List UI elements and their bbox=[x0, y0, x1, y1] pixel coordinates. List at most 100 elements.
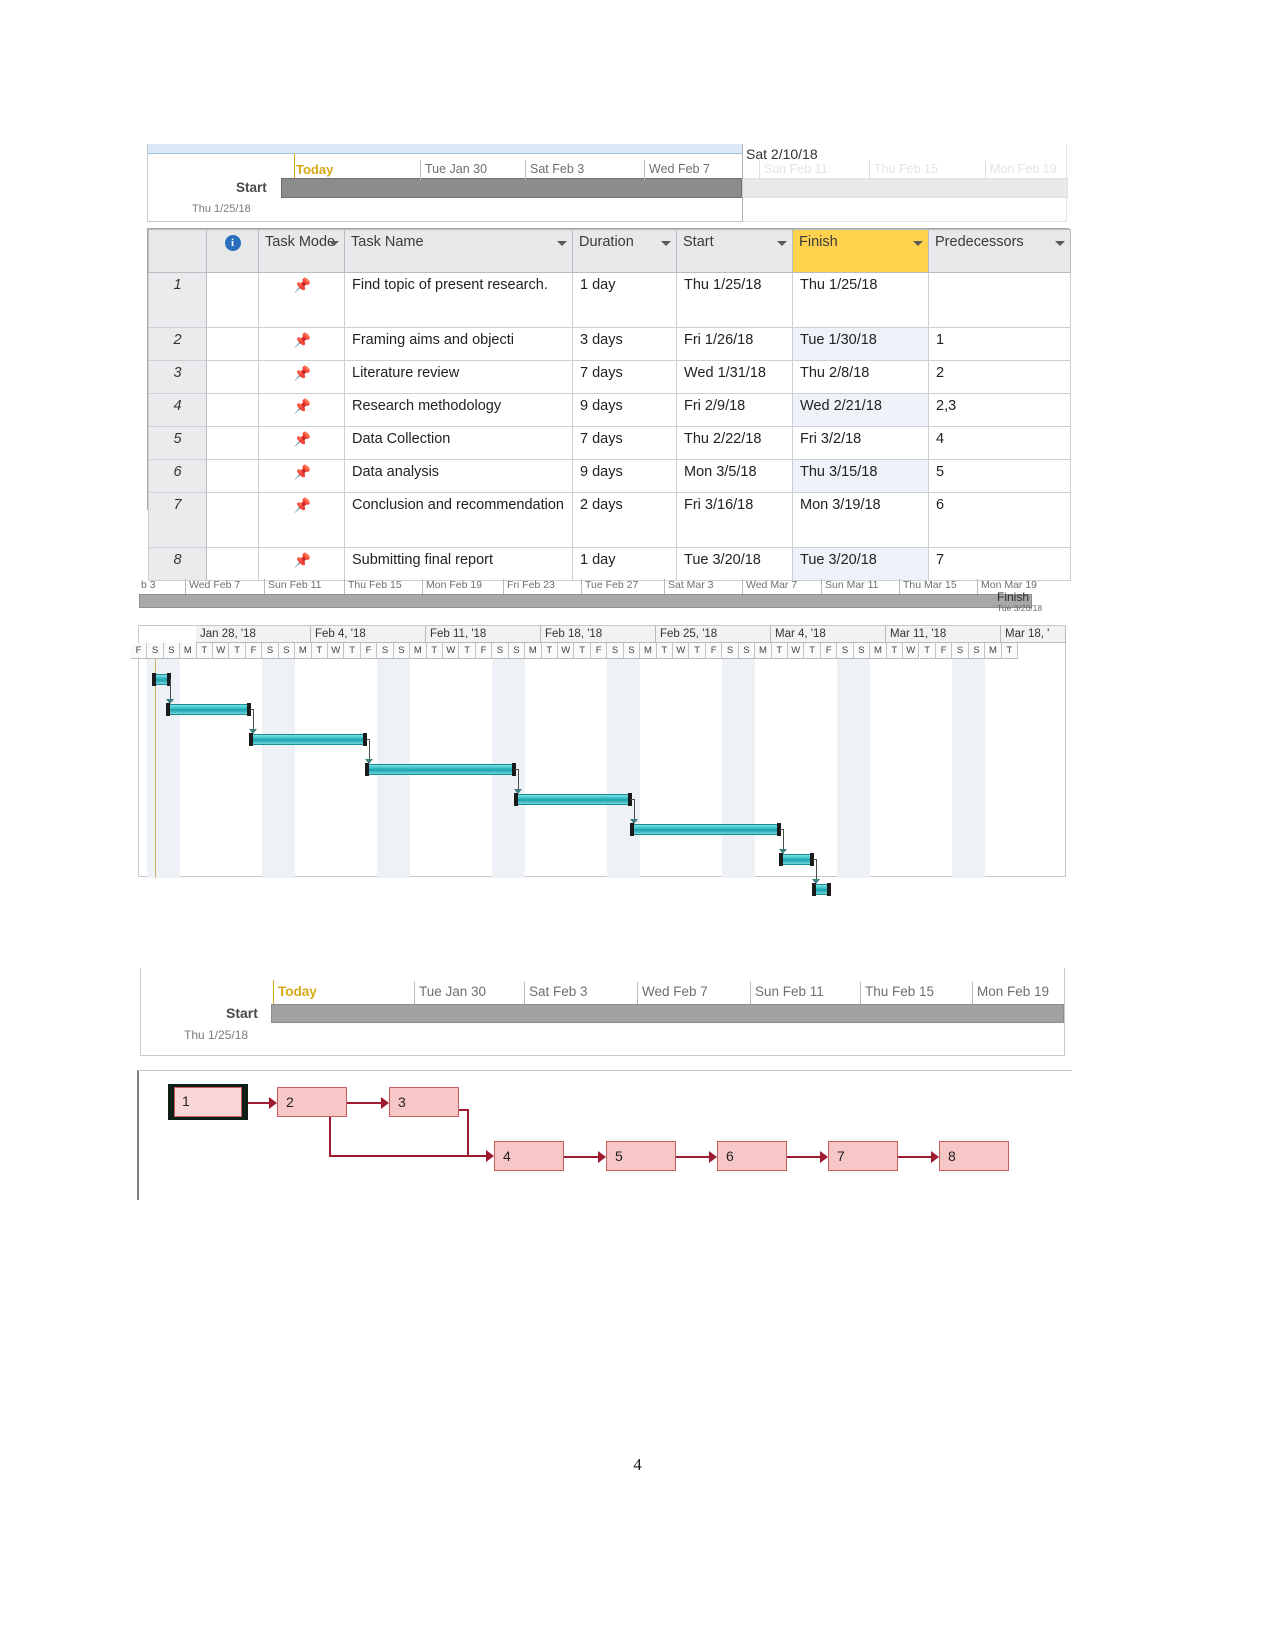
table-row[interactable]: 4 📌 Research methodology 9 days Fri 2/9/18 We… bbox=[148, 393, 1071, 427]
col-header-indicators[interactable]: i bbox=[206, 229, 259, 273]
row-task-name[interactable]: Find topic of present research. bbox=[344, 272, 573, 328]
gantt-bar[interactable] bbox=[366, 764, 515, 775]
row-predecessors[interactable]: 2 bbox=[928, 360, 1071, 394]
row-finish[interactable]: Fri 3/2/18 bbox=[792, 426, 929, 460]
task-table[interactable]: i Task Mode Task Name Duration Start Fin… bbox=[147, 228, 1071, 581]
gantt-bar[interactable] bbox=[250, 734, 366, 745]
row-finish[interactable]: Thu 3/15/18 bbox=[792, 459, 929, 493]
row-predecessors[interactable]: 5 bbox=[928, 459, 1071, 493]
row-id[interactable]: 6 bbox=[148, 459, 207, 493]
row-task-name[interactable]: Data analysis bbox=[344, 459, 573, 493]
row-duration[interactable]: 1 day bbox=[572, 272, 677, 328]
gantt-bar[interactable] bbox=[167, 704, 250, 715]
row-task-mode[interactable]: 📌 bbox=[258, 360, 345, 394]
row-id[interactable]: 2 bbox=[148, 327, 207, 361]
network-node[interactable]: 4 bbox=[494, 1141, 564, 1171]
filter-arrow-icon[interactable] bbox=[661, 241, 671, 246]
gantt-bar[interactable] bbox=[780, 854, 813, 865]
pushpin-icon[interactable]: 📌 bbox=[294, 398, 311, 414]
col-header-predecessors[interactable]: Predecessors bbox=[928, 229, 1071, 273]
network-diagram[interactable]: 1 2 3 4 5 6 7 8 bbox=[137, 1070, 1072, 1200]
row-predecessors[interactable]: 2,3 bbox=[928, 393, 1071, 427]
row-start[interactable]: Fri 2/9/18 bbox=[676, 393, 793, 427]
row-start[interactable]: Thu 1/25/18 bbox=[676, 272, 793, 328]
row-task-mode[interactable]: 📌 bbox=[258, 327, 345, 361]
table-row[interactable]: 2 📌 Framing aims and objecti 3 days Fri 1/26… bbox=[148, 327, 1071, 361]
table-row[interactable]: 1 📌 Find topic of present research. 1 day Th… bbox=[148, 272, 1071, 328]
table-row[interactable]: 7 📌 Conclusion and recommendation 2 days Fri… bbox=[148, 492, 1071, 548]
row-finish[interactable]: Tue 1/30/18 bbox=[792, 327, 929, 361]
pushpin-icon[interactable]: 📌 bbox=[294, 464, 311, 480]
network-node[interactable]: 7 bbox=[828, 1141, 898, 1171]
row-start[interactable]: Mon 3/5/18 bbox=[676, 459, 793, 493]
row-task-name[interactable]: Framing aims and objecti bbox=[344, 327, 573, 361]
pushpin-icon[interactable]: 📌 bbox=[294, 332, 311, 348]
row-task-mode[interactable]: 📌 bbox=[258, 426, 345, 460]
pushpin-icon[interactable]: 📌 bbox=[294, 431, 311, 447]
row-duration[interactable]: 7 days bbox=[572, 360, 677, 394]
col-header-task-name[interactable]: Task Name bbox=[344, 229, 573, 273]
row-finish[interactable]: Wed 2/21/18 bbox=[792, 393, 929, 427]
pushpin-icon[interactable]: 📌 bbox=[294, 277, 311, 293]
filter-arrow-icon[interactable] bbox=[777, 241, 787, 246]
row-duration[interactable]: 2 days bbox=[572, 492, 677, 548]
row-start[interactable]: Thu 2/22/18 bbox=[676, 426, 793, 460]
row-start[interactable]: Wed 1/31/18 bbox=[676, 360, 793, 394]
row-indicator[interactable] bbox=[206, 492, 259, 548]
row-indicator[interactable] bbox=[206, 272, 259, 328]
filter-arrow-icon[interactable] bbox=[557, 241, 567, 246]
col-header-finish[interactable]: Finish bbox=[792, 229, 929, 273]
row-predecessors[interactable] bbox=[928, 272, 1071, 328]
row-duration[interactable]: 3 days bbox=[572, 327, 677, 361]
row-finish[interactable]: Thu 2/8/18 bbox=[792, 360, 929, 394]
filter-arrow-icon[interactable] bbox=[329, 241, 339, 246]
row-duration[interactable]: 9 days bbox=[572, 459, 677, 493]
row-start[interactable]: Fri 1/26/18 bbox=[676, 327, 793, 361]
row-task-mode[interactable]: 📌 bbox=[258, 393, 345, 427]
table-row[interactable]: 6 📌 Data analysis 9 days Mon 3/5/18 Thu 3/15/… bbox=[148, 459, 1071, 493]
row-predecessors[interactable]: 6 bbox=[928, 492, 1071, 548]
row-indicator[interactable] bbox=[206, 459, 259, 493]
row-task-name[interactable]: Research methodology bbox=[344, 393, 573, 427]
filter-arrow-icon[interactable] bbox=[913, 241, 923, 246]
gantt-bar[interactable] bbox=[515, 794, 631, 805]
row-indicator[interactable] bbox=[206, 360, 259, 394]
row-id[interactable]: 3 bbox=[148, 360, 207, 394]
row-predecessors[interactable]: 1 bbox=[928, 327, 1071, 361]
row-duration[interactable]: 9 days bbox=[572, 393, 677, 427]
col-header-start[interactable]: Start bbox=[676, 229, 793, 273]
gantt-grid[interactable]: Jan 28, '18 Feb 4, '18 Feb 11, '18 Feb 18, … bbox=[130, 625, 1066, 896]
filter-arrow-icon[interactable] bbox=[1055, 241, 1065, 246]
col-header-duration[interactable]: Duration bbox=[572, 229, 677, 273]
table-row[interactable]: 3 📌 Literature review 7 days Wed 1/31/18 Thu … bbox=[148, 360, 1071, 394]
network-node[interactable]: 1 bbox=[174, 1087, 242, 1117]
row-id[interactable]: 1 bbox=[148, 272, 207, 328]
row-indicator[interactable] bbox=[206, 426, 259, 460]
network-node[interactable]: 8 bbox=[939, 1141, 1009, 1171]
row-task-name[interactable]: Literature review bbox=[344, 360, 573, 394]
row-task-mode[interactable]: 📌 bbox=[258, 272, 345, 328]
row-finish[interactable]: Mon 3/19/18 bbox=[792, 492, 929, 548]
gantt-bar[interactable] bbox=[631, 824, 780, 835]
row-task-mode[interactable]: 📌 bbox=[258, 459, 345, 493]
row-task-mode[interactable]: 📌 bbox=[258, 492, 345, 548]
row-task-name[interactable]: Data Collection bbox=[344, 426, 573, 460]
col-header-id[interactable] bbox=[148, 229, 207, 273]
row-predecessors[interactable]: 4 bbox=[928, 426, 1071, 460]
network-node[interactable]: 3 bbox=[389, 1087, 459, 1117]
row-id[interactable]: 5 bbox=[148, 426, 207, 460]
row-start[interactable]: Fri 3/16/18 bbox=[676, 492, 793, 548]
network-node[interactable]: 6 bbox=[717, 1141, 787, 1171]
pushpin-icon[interactable]: 📌 bbox=[294, 365, 311, 381]
col-header-task-mode[interactable]: Task Mode bbox=[258, 229, 345, 273]
row-indicator[interactable] bbox=[206, 393, 259, 427]
pushpin-icon[interactable]: 📌 bbox=[294, 497, 311, 513]
row-indicator[interactable] bbox=[206, 327, 259, 361]
row-task-name[interactable]: Conclusion and recommendation bbox=[344, 492, 573, 548]
row-id[interactable]: 7 bbox=[148, 492, 207, 548]
row-duration[interactable]: 7 days bbox=[572, 426, 677, 460]
row-id[interactable]: 4 bbox=[148, 393, 207, 427]
network-node[interactable]: 5 bbox=[606, 1141, 676, 1171]
table-row[interactable]: 5 📌 Data Collection 7 days Thu 2/22/18 Fri 3/… bbox=[148, 426, 1071, 460]
row-finish[interactable]: Thu 1/25/18 bbox=[792, 272, 929, 328]
